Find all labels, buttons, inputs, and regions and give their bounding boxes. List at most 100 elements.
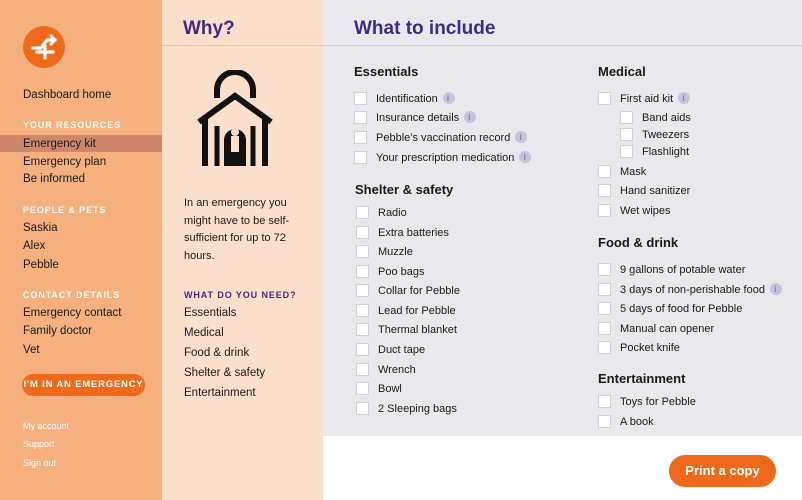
nav-be-informed[interactable]: Be informed (23, 171, 85, 187)
checkbox[interactable] (598, 322, 611, 335)
checklist-item[interactable]: Wet wipes (598, 204, 671, 217)
nav-section-people: PEOPLE & PETS (23, 205, 107, 215)
checkbox[interactable] (598, 415, 611, 428)
checklist-item[interactable]: Radio (356, 206, 407, 219)
checkbox[interactable] (356, 245, 369, 258)
info-icon[interactable] (519, 150, 532, 163)
checklist-item[interactable]: Hand sanitizer (598, 184, 690, 197)
checklist-item[interactable]: Poo bags (356, 265, 424, 278)
nav-family-doctor[interactable]: Family doctor (23, 323, 92, 339)
info-icon[interactable] (678, 91, 691, 104)
checklist-item[interactable]: 9 gallons of potable water (598, 263, 745, 276)
checklist-item[interactable]: Bowl (356, 382, 402, 395)
checklist-subitem[interactable]: Band aids (620, 111, 691, 124)
checkbox[interactable] (356, 343, 369, 356)
checkbox[interactable] (620, 128, 633, 141)
checkbox[interactable] (354, 92, 367, 105)
checklist-label: Lead for Pebble (378, 304, 456, 317)
nav-vet[interactable]: Vet (23, 342, 40, 358)
checklist-label: 2 Sleeping bags (378, 402, 457, 415)
need-link-medical[interactable]: Medical (184, 327, 224, 339)
checklist-item[interactable]: Thermal blanket (356, 323, 457, 336)
nav-pet-pebble[interactable]: Pebble (23, 257, 59, 273)
checklist-item[interactable]: Pebble’s vaccination record (354, 130, 528, 144)
main-panel: What to include Essentials Identificatio… (323, 0, 802, 500)
checklist-item[interactable]: Pocket knife (598, 341, 680, 354)
checkbox[interactable] (356, 304, 369, 317)
section-title-food-drink: Food & drink (598, 235, 679, 250)
checkbox[interactable] (598, 302, 611, 315)
nav-person-alex[interactable]: Alex (23, 238, 45, 254)
checkbox[interactable] (356, 382, 369, 395)
nav-emergency-contact[interactable]: Emergency contact (23, 305, 121, 321)
need-link-shelter-safety[interactable]: Shelter & safety (184, 367, 265, 379)
checkbox[interactable] (356, 323, 369, 336)
info-icon[interactable] (515, 130, 528, 143)
checkbox[interactable] (598, 165, 611, 178)
checklist-item[interactable]: Extra batteries (356, 226, 449, 239)
title-divider (323, 45, 802, 46)
page-title: What to include (354, 18, 496, 39)
checkbox[interactable] (598, 92, 611, 105)
checklist-label: Thermal blanket (378, 323, 457, 336)
checkbox[interactable] (354, 111, 367, 124)
checklist-item[interactable]: Manual can opener (598, 322, 714, 335)
checkbox[interactable] (598, 283, 611, 296)
checkbox[interactable] (598, 341, 611, 354)
checkbox[interactable] (354, 151, 367, 164)
checklist-label: Flashlight (642, 145, 690, 158)
checkbox[interactable] (598, 184, 611, 197)
checkbox[interactable] (620, 145, 633, 158)
need-link-entertainment[interactable]: Entertainment (184, 387, 256, 399)
nav-person-saskia[interactable]: Saskia (23, 220, 58, 236)
checkbox[interactable] (356, 402, 369, 415)
emergency-button[interactable]: I'M IN AN EMERGENCY (22, 374, 145, 396)
checklist-item[interactable]: 5 days of food for Pebble (598, 302, 742, 315)
app-logo[interactable] (23, 26, 65, 68)
checkbox[interactable] (598, 263, 611, 276)
checklist-item[interactable]: A book (598, 415, 654, 428)
info-icon[interactable] (464, 110, 477, 123)
need-link-food-drink[interactable]: Food & drink (184, 347, 249, 359)
checklist-item[interactable]: First aid kit (598, 91, 691, 105)
checklist-label: Poo bags (378, 265, 425, 278)
checklist-item[interactable]: Collar for Pebble (356, 284, 460, 297)
checklist-item[interactable]: Insurance details (354, 110, 477, 124)
checkbox[interactable] (356, 284, 369, 297)
my-account-link[interactable]: My account (23, 421, 69, 431)
checklist-item[interactable]: Identification (354, 91, 455, 105)
need-link-essentials[interactable]: Essentials (184, 307, 236, 319)
nav-emergency-plan[interactable]: Emergency plan (23, 154, 106, 170)
checklist-item[interactable]: Wrench (356, 363, 416, 376)
nav-dashboard-home[interactable]: Dashboard home (23, 87, 111, 103)
checklist-item[interactable]: Toys for Pebble (598, 395, 696, 408)
checklist-item[interactable]: Your prescription medication (354, 150, 532, 164)
checkbox[interactable] (354, 131, 367, 144)
checklist-label: Pebble’s vaccination record (376, 131, 511, 144)
nav-emergency-kit[interactable]: Emergency kit (23, 136, 96, 152)
checkbox[interactable] (356, 226, 369, 239)
support-link[interactable]: Support (23, 439, 55, 449)
sign-out-link[interactable]: Sign out (23, 458, 56, 468)
checklist-label: Toys for Pebble (620, 395, 696, 408)
what-do-you-need-heading: WHAT DO YOU NEED? (184, 290, 297, 300)
checkbox[interactable] (356, 265, 369, 278)
info-icon[interactable] (442, 91, 455, 104)
checklist-item[interactable]: 2 Sleeping bags (356, 402, 457, 415)
print-copy-button[interactable]: Print a copy (669, 455, 776, 487)
info-icon[interactable] (769, 282, 782, 295)
checklist-subitem[interactable]: Flashlight (620, 145, 689, 158)
checklist-item[interactable]: 3 days of non-perishable food (598, 282, 782, 296)
checkbox[interactable] (356, 363, 369, 376)
checkbox[interactable] (598, 204, 611, 217)
checklist-label: Band aids (642, 111, 691, 124)
checklist-item[interactable]: Mask (598, 165, 646, 178)
nav-section-resources: YOUR RESOURCES (23, 120, 122, 130)
checkbox[interactable] (598, 395, 611, 408)
checklist-item[interactable]: Muzzle (356, 245, 413, 258)
checkbox[interactable] (356, 206, 369, 219)
checklist-subitem[interactable]: Tweezers (620, 128, 689, 141)
checklist-item[interactable]: Lead for Pebble (356, 304, 456, 317)
checkbox[interactable] (620, 111, 633, 124)
checklist-item[interactable]: Duct tape (356, 343, 425, 356)
